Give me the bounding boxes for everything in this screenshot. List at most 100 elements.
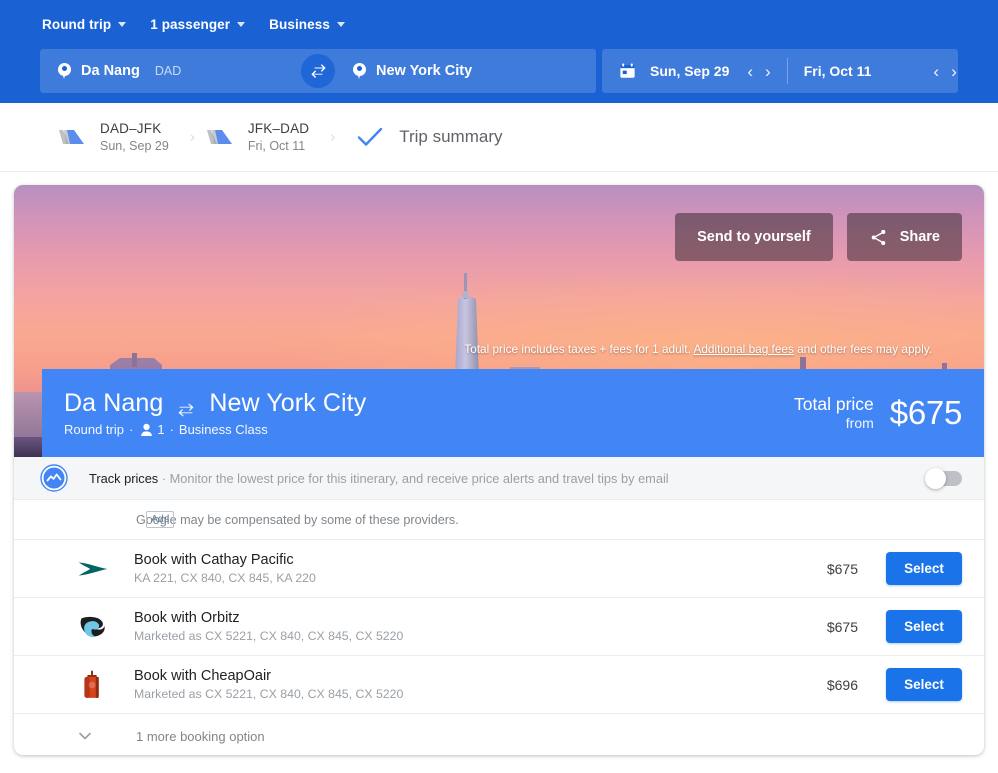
swap-button[interactable] xyxy=(301,54,335,88)
track-prices-title: Track prices xyxy=(89,470,159,486)
track-prices-row: Track prices · Monitor the lowest price … xyxy=(14,457,984,500)
breadcrumb-tab-outbound[interactable]: DAD–JFK Sun, Sep 29 › xyxy=(43,103,195,172)
booking-option-row[interactable]: Book with Orbitz Marketed as CX 5221, CX… xyxy=(14,598,984,656)
depart-date-arrows: ‹ › xyxy=(747,63,770,80)
price-disclaimer: Total price includes taxes + fees for 1 … xyxy=(464,342,932,356)
more-booking-options-row[interactable]: 1 more booking option xyxy=(14,714,984,755)
additional-bag-fees-link[interactable]: Additional bag fees xyxy=(693,342,793,356)
trip-meta: Round trip · 1 · Business Class xyxy=(64,422,794,437)
passengers-label: 1 passenger xyxy=(150,16,231,32)
depart-date-block: Sun, Sep 29 ‹ › xyxy=(650,63,771,80)
search-header: Round trip 1 passenger Business Da Nang … xyxy=(0,0,998,103)
chevron-right-icon[interactable]: › xyxy=(951,63,957,80)
dates-group: Sun, Sep 29 ‹ › Fri, Oct 11 ‹ › xyxy=(602,49,958,93)
send-to-yourself-label: Send to yourself xyxy=(697,229,811,245)
orbitz-logo xyxy=(72,606,114,648)
origin-input[interactable]: Da Nang DAD xyxy=(40,49,301,93)
booking-option-row[interactable]: Book with CheapOair Marketed as CX 5221,… xyxy=(14,656,984,714)
track-prices-description: Monitor the lowest price for this itiner… xyxy=(169,470,669,486)
return-date-arrows: ‹ › xyxy=(933,63,956,80)
more-booking-options-label: 1 more booking option xyxy=(136,728,265,744)
band-destination: New York City xyxy=(209,389,367,417)
meta-separator: · xyxy=(169,422,174,437)
depart-date[interactable]: Sun, Sep 29 xyxy=(650,63,729,79)
date-divider xyxy=(786,58,788,84)
location-pin-icon xyxy=(58,62,71,80)
trip-summary-details: Da Nang New York City Round trip · 1 · B… xyxy=(64,389,794,437)
cathay-pacific-logo xyxy=(72,548,114,590)
destination-input[interactable]: New York City xyxy=(301,49,596,93)
check-icon xyxy=(357,126,383,148)
booking-option-subtitle: KA 221, CX 840, CX 845, KA 220 xyxy=(134,571,316,586)
airplane-icon xyxy=(205,126,235,148)
share-label: Share xyxy=(899,229,940,245)
origin-code: DAD xyxy=(154,64,182,78)
total-price-from-label: from xyxy=(845,415,874,432)
total-price-block: Total price from $675 xyxy=(794,394,962,432)
booking-option-row[interactable]: Book with Cathay Pacific KA 221, CX 840,… xyxy=(14,540,984,598)
breadcrumb-tab-return[interactable]: JFK–DAD Fri, Oct 11 › xyxy=(191,103,335,172)
swap-arrows-icon xyxy=(176,396,196,416)
cheapoair-logo xyxy=(72,664,114,706)
trending-line-icon xyxy=(40,464,68,492)
track-prices-text: Track prices · Monitor the lowest price … xyxy=(89,471,927,486)
chevron-left-icon[interactable]: ‹ xyxy=(747,63,753,80)
breadcrumb-tab-trip-summary[interactable]: Trip summary xyxy=(331,103,524,172)
breadcrumb-date: Fri, Oct 11 xyxy=(247,138,306,153)
booking-option-subtitle: Marketed as CX 5221, CX 840, CX 845, CX … xyxy=(134,629,404,644)
breadcrumb-route: JFK–DAD xyxy=(247,120,310,136)
search-fields: Da Nang DAD New York City Sun, Sep 29 ‹ … xyxy=(40,49,958,93)
toggle-knob xyxy=(925,467,946,489)
cabin-class-label: Business xyxy=(269,16,330,32)
meta-separator: · xyxy=(128,422,134,437)
chevron-right-icon[interactable]: › xyxy=(765,63,771,80)
chevron-down-icon xyxy=(76,727,94,745)
share-icon xyxy=(869,228,888,247)
band-trip-type: Round trip xyxy=(64,422,124,437)
booking-option-price: $696 xyxy=(826,676,858,693)
trip-summary-label: Trip summary xyxy=(399,127,503,146)
breadcrumb-date: Sun, Sep 29 xyxy=(100,138,169,153)
chevron-down-icon xyxy=(118,21,127,27)
trip-summary-band: Da Nang New York City Round trip · 1 · B… xyxy=(42,369,984,457)
breadcrumb: DAD–JFK Sun, Sep 29 › JFK–DAD Fri, Oct 1… xyxy=(0,103,998,172)
select-button[interactable]: Select xyxy=(886,552,962,585)
trip-type-selector[interactable]: Round trip xyxy=(42,16,127,32)
ads-notice-text: Google may be compensated by some of the… xyxy=(136,512,459,527)
total-price-label: Total price xyxy=(794,394,874,415)
booking-option-title: Book with Cathay Pacific xyxy=(134,552,294,569)
trip-type-label: Round trip xyxy=(42,16,112,32)
airplane-icon xyxy=(57,126,87,148)
select-button[interactable]: Select xyxy=(886,610,962,643)
booking-option-title: Book with CheapOair xyxy=(134,668,272,685)
passengers-selector[interactable]: 1 passenger xyxy=(150,16,246,32)
cabin-class-selector[interactable]: Business xyxy=(269,17,345,32)
hero-actions: Send to yourself Share xyxy=(675,213,962,261)
chevron-down-icon xyxy=(237,21,246,27)
band-passenger-count: 1 xyxy=(157,422,165,437)
chevron-down-icon xyxy=(336,21,345,27)
search-options-row: Round trip 1 passenger Business xyxy=(40,8,958,40)
ads-notice-row: Ads Google may be compensated by some of… xyxy=(14,500,984,540)
return-date[interactable]: Fri, Oct 11 xyxy=(804,63,872,79)
breadcrumb-route: DAD–JFK xyxy=(100,120,162,136)
person-icon xyxy=(140,423,153,437)
destination-hero-image: Send to yourself Share Total price inclu… xyxy=(14,185,984,457)
share-button[interactable]: Share xyxy=(846,213,962,261)
booking-option-title: Book with Orbitz xyxy=(134,610,240,627)
send-to-yourself-button[interactable]: Send to yourself xyxy=(675,213,833,261)
calendar-icon xyxy=(618,62,637,80)
trip-route: Da Nang New York City xyxy=(64,389,794,418)
booking-option-subtitle: Marketed as CX 5221, CX 840, CX 845, CX … xyxy=(134,687,404,702)
total-price-value: $675 xyxy=(889,394,963,431)
select-button[interactable]: Select xyxy=(886,668,962,701)
chevron-left-icon[interactable]: ‹ xyxy=(933,63,939,80)
track-prices-toggle[interactable] xyxy=(925,467,962,489)
disclaimer-post: and other fees may apply. xyxy=(793,342,932,356)
band-origin: Da Nang xyxy=(64,389,164,417)
disclaimer-pre: Total price includes taxes + fees for 1 … xyxy=(464,342,694,356)
destination-city: New York City xyxy=(376,63,473,79)
booking-option-price: $675 xyxy=(826,618,858,635)
places-group: Da Nang DAD New York City xyxy=(40,49,596,93)
ads-badge[interactable]: Ads xyxy=(146,511,175,528)
